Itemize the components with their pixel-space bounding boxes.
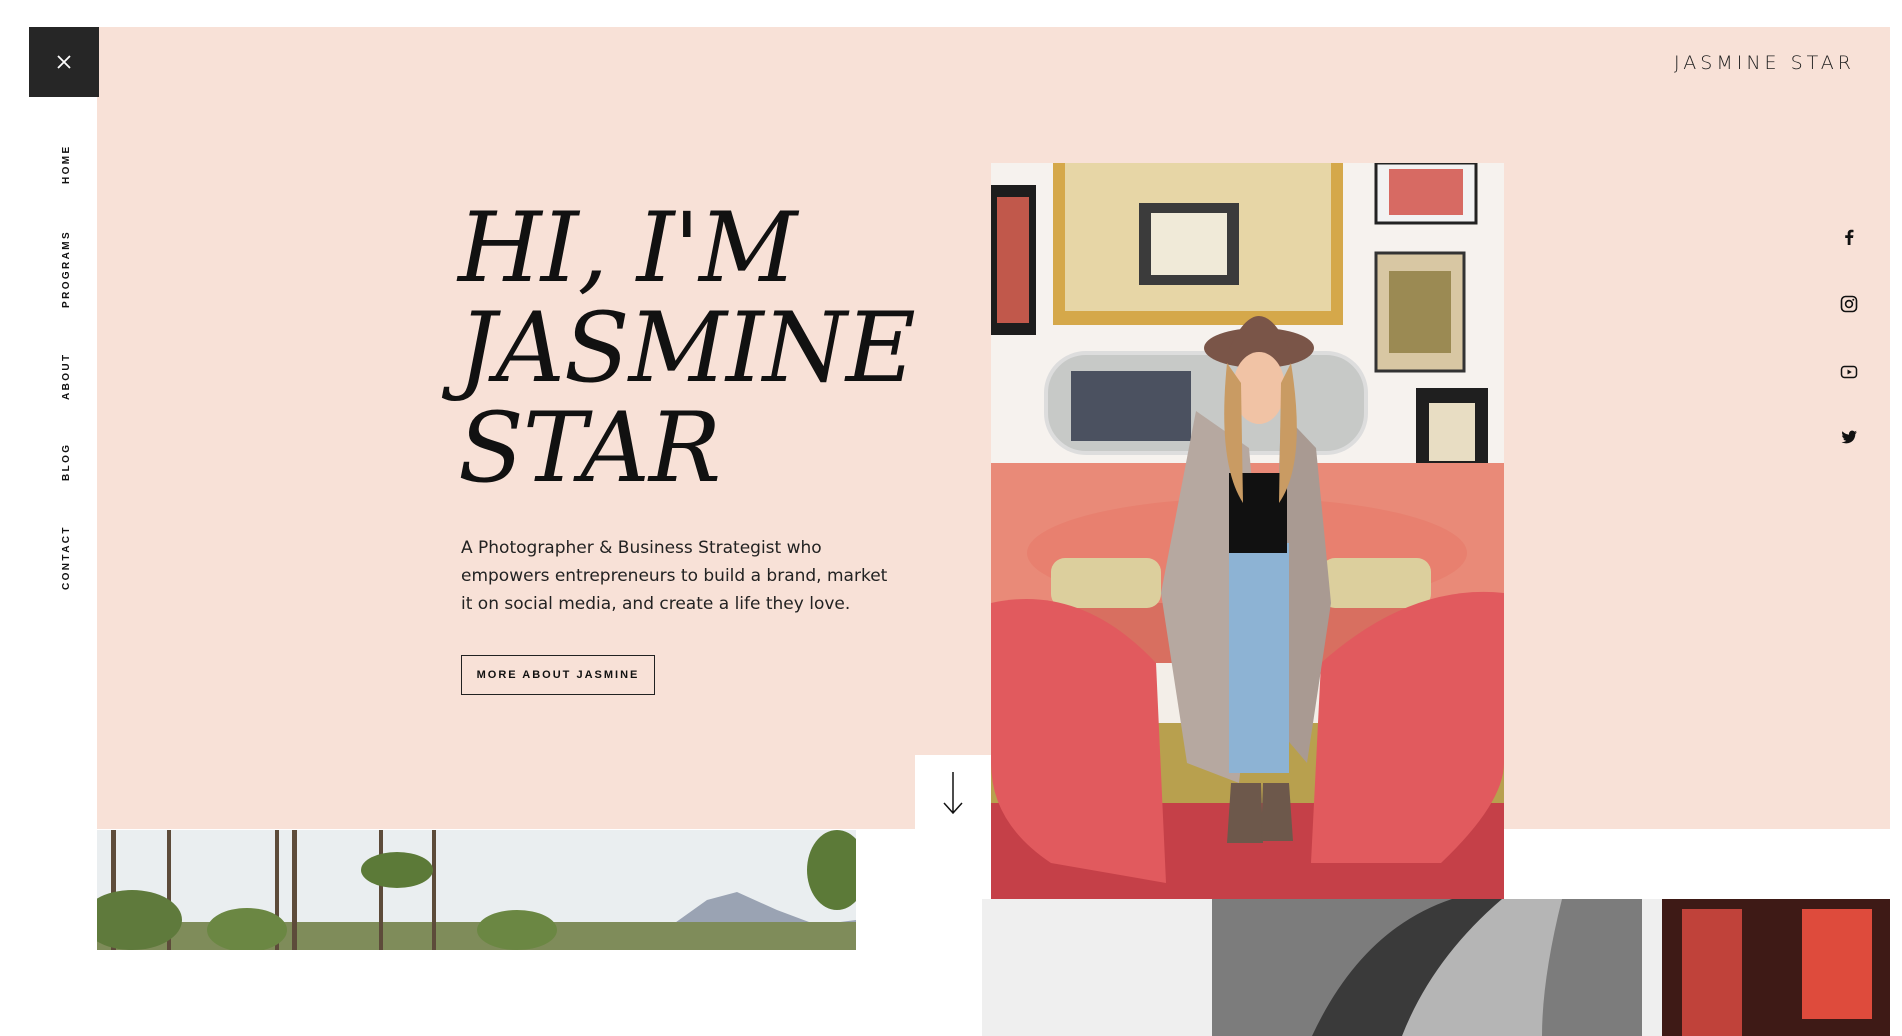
nav-item-contact[interactable]: CONTACT bbox=[61, 525, 72, 590]
hero-intro-text: A Photographer & Business Strategist who… bbox=[461, 538, 888, 614]
arrow-down-icon bbox=[943, 771, 963, 814]
scroll-down-button[interactable] bbox=[915, 755, 991, 830]
street-photo-image bbox=[982, 899, 1890, 1036]
youtube-link[interactable] bbox=[1840, 363, 1858, 381]
side-navigation: HOME PROGRAMS ABOUT BLOG CONTACT bbox=[0, 97, 97, 617]
headline-line-3: STAR bbox=[458, 392, 721, 504]
menu-close-button[interactable] bbox=[29, 27, 99, 97]
nav-item-home[interactable]: HOME bbox=[61, 144, 72, 184]
hero-portrait-image bbox=[991, 163, 1504, 899]
headline-line-1: HI, I'M bbox=[458, 192, 797, 304]
hero-headline: HI, I'M JASMINE STAR bbox=[458, 198, 948, 498]
nav-item-programs[interactable]: PROGRAMS bbox=[61, 230, 72, 308]
facebook-link[interactable] bbox=[1840, 228, 1858, 246]
close-icon bbox=[57, 55, 71, 69]
facebook-icon bbox=[1845, 229, 1854, 245]
headline-line-2: JASMINE bbox=[458, 292, 916, 404]
instagram-link[interactable] bbox=[1840, 295, 1858, 313]
instagram-icon bbox=[1840, 295, 1858, 313]
nav-item-blog[interactable]: BLOG bbox=[61, 443, 72, 482]
youtube-icon bbox=[1840, 365, 1858, 379]
palm-trees-image bbox=[97, 830, 856, 950]
twitter-icon bbox=[1841, 430, 1857, 444]
twitter-link[interactable] bbox=[1840, 428, 1858, 446]
more-about-button[interactable]: MORE ABOUT JASMINE bbox=[461, 655, 655, 695]
brand-logo-text[interactable]: JASMINE STAR bbox=[1674, 52, 1855, 74]
nav-item-about[interactable]: ABOUT bbox=[61, 352, 72, 400]
